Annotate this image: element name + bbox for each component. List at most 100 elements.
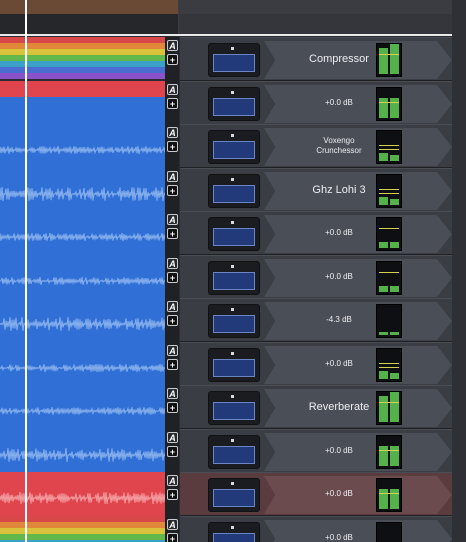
add-automation-button[interactable]: + — [167, 402, 178, 413]
mixer-strip: +0.0 dBMS — [180, 516, 452, 542]
plugin-chain: +0.0 dB — [186, 83, 466, 123]
add-automation-button[interactable]: + — [167, 315, 178, 326]
vertical-scrollbar[interactable] — [452, 0, 466, 542]
automation-button[interactable]: A — [167, 475, 178, 486]
mixer-strip: +0.0 dBMS — [180, 342, 452, 386]
meter-bar-left — [379, 332, 388, 335]
playhead[interactable] — [25, 0, 27, 542]
meter-peak-tick — [379, 363, 399, 364]
plugin-chain: Voxengo Crunchessor — [186, 126, 466, 166]
plugin-indicator — [231, 265, 234, 268]
meter-bar-right — [390, 44, 399, 74]
meter-bar-left — [379, 98, 388, 118]
plugin-thumbnail[interactable] — [208, 217, 260, 251]
plugin-chain: +0.0 dB — [186, 344, 466, 384]
automation-button[interactable]: A — [167, 127, 178, 138]
plugin-thumbnail[interactable] — [208, 261, 260, 295]
automation-button[interactable]: A — [167, 432, 178, 443]
track-row: A ++0.0 dBMS — [0, 211, 466, 255]
plugin-indicator — [231, 352, 234, 355]
track-row: A +ReverberateMS — [0, 385, 466, 429]
meter-bar-right — [390, 286, 399, 292]
plugin-chain: +0.0 dB — [186, 431, 466, 471]
level-meter — [376, 87, 402, 121]
add-automation-button[interactable]: + — [167, 489, 178, 500]
meter-bar-right — [390, 332, 399, 335]
add-automation-button[interactable]: + — [167, 446, 178, 457]
meter-bar-left — [379, 242, 388, 248]
meter-bar-right — [390, 199, 399, 205]
plugin-thumbnail[interactable] — [208, 304, 260, 338]
level-meter — [376, 174, 402, 208]
meter-bar-left — [379, 286, 388, 292]
plugin-thumbnail[interactable] — [208, 130, 260, 164]
add-automation-button[interactable]: + — [167, 98, 178, 109]
plugin-screen — [213, 533, 255, 542]
add-automation-button[interactable]: + — [167, 272, 178, 283]
meter-bar-left — [379, 371, 388, 379]
track-row: A +VoxengoCrunchessorMS — [0, 124, 466, 168]
track-row: A ++0.0 dBMS — [0, 255, 466, 299]
plugin-indicator — [231, 47, 234, 50]
plugin-indicator — [231, 134, 234, 137]
plugin-screen — [213, 489, 255, 507]
automation-button[interactable]: A — [167, 388, 178, 399]
mixer-header — [179, 0, 466, 14]
plugin-indicator — [231, 178, 234, 181]
plugin-screen — [213, 402, 255, 420]
meter-peak-tick — [379, 272, 399, 273]
automation-button[interactable]: A — [167, 519, 178, 530]
meter-peak-tick — [379, 102, 399, 103]
automation-button[interactable]: A — [167, 40, 178, 51]
automation-button[interactable]: A — [167, 84, 178, 95]
track-row: A +-4.3 dBMS — [0, 298, 466, 342]
plugin-chain: +0.0 dB — [186, 213, 466, 253]
meter-bar-left — [379, 153, 388, 161]
add-automation-button[interactable]: + — [167, 185, 178, 196]
plugin-screen — [213, 228, 255, 246]
add-automation-button[interactable]: + — [167, 359, 178, 370]
plugin-screen — [213, 359, 255, 377]
level-meter — [376, 522, 402, 542]
mixer-strip: Ghz Lohi 3MS — [180, 168, 452, 212]
meter-bar-right — [390, 392, 399, 422]
plugin-chain: Ghz Lohi 3 — [186, 170, 466, 210]
track-row: A +Ghz Lohi 3MS — [0, 168, 466, 212]
meter-peak-tick — [379, 145, 399, 146]
plugin-thumbnail[interactable] — [208, 43, 260, 77]
automation-button[interactable]: A — [167, 171, 178, 182]
add-automation-button[interactable]: + — [167, 533, 178, 542]
automation-button[interactable]: A — [167, 258, 178, 269]
level-meter — [376, 43, 402, 77]
meter-peak-tick — [379, 193, 399, 194]
level-meter — [376, 261, 402, 295]
meter-peak-tick — [379, 402, 399, 403]
meter-peak-tick — [379, 54, 399, 55]
level-meter — [376, 217, 402, 251]
meter-bar-left — [379, 197, 388, 205]
automation-button[interactable]: A — [167, 301, 178, 312]
plugin-thumbnail[interactable] — [208, 435, 260, 469]
add-automation-button[interactable]: + — [167, 228, 178, 239]
plugin-chain: +0.0 dB — [186, 474, 466, 514]
plugin-thumbnail[interactable] — [208, 348, 260, 382]
automation-button[interactable]: A — [167, 345, 178, 356]
mixer-strip: +0.0 dBMS — [180, 211, 452, 255]
plugin-thumbnail[interactable] — [208, 174, 260, 208]
level-meter — [376, 348, 402, 382]
plugin-indicator — [231, 308, 234, 311]
plugin-thumbnail[interactable] — [208, 391, 260, 425]
plugin-thumbnail[interactable] — [208, 522, 260, 542]
mixer-header-row — [179, 14, 466, 34]
meter-peak-tick — [379, 228, 399, 229]
add-automation-button[interactable]: + — [167, 141, 178, 152]
plugin-indicator — [231, 91, 234, 94]
automation-button[interactable]: A — [167, 214, 178, 225]
meter-bar-right — [390, 373, 399, 379]
mixer-strip: +0.0 dBMS — [180, 81, 452, 125]
add-automation-button[interactable]: + — [167, 54, 178, 65]
plugin-thumbnail[interactable] — [208, 87, 260, 121]
track-row: A ++0.0 dBMS — [0, 81, 466, 125]
mixer-strip: +0.0 dBMS — [180, 429, 452, 473]
plugin-thumbnail[interactable] — [208, 478, 260, 512]
